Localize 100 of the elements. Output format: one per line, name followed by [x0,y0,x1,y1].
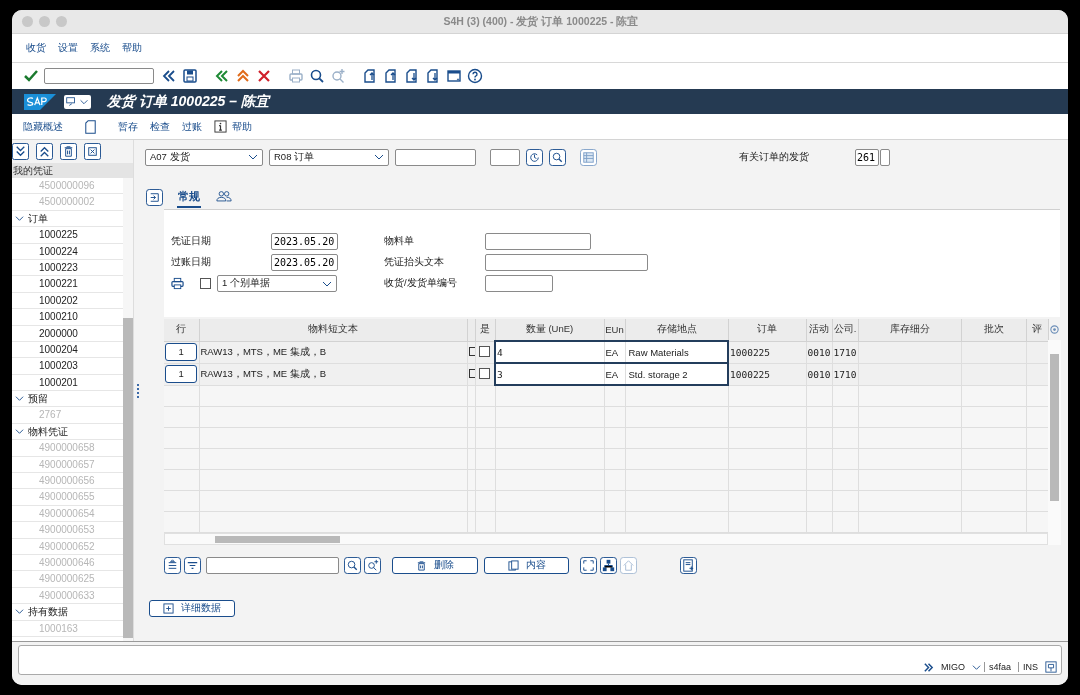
hide-overview-button[interactable]: 隐藏概述 [23,119,63,134]
column-header[interactable]: 存储地点 [625,319,728,341]
column-header[interactable]: 活动 [806,319,832,341]
layout-icon[interactable] [1045,661,1057,673]
command-field[interactable] [44,68,154,84]
action-dropdown[interactable]: A07 发货 [145,148,263,166]
checkmark-icon[interactable] [23,68,39,84]
search-icon[interactable] [344,556,361,574]
sap-logo-icon [24,93,56,110]
column-header[interactable]: 数量 (UnE) [495,319,604,341]
caret-icon [248,152,258,162]
fullscreen-icon[interactable] [580,556,597,574]
hierarchy-icon[interactable] [600,556,617,574]
page-navigation-icon[interactable] [362,68,378,84]
page-navigation-icon[interactable] [425,68,441,84]
print-option-dropdown[interactable]: 1 个别单据 [217,275,337,292]
search-field[interactable] [206,556,339,574]
screen-title: 发货 订单 1000225 – 陈宜 [107,92,269,111]
back-icon[interactable] [214,68,230,84]
vertical-scrollbar[interactable] [1048,340,1061,545]
field-label: 凭证抬头文本 [384,256,445,269]
special-stock-field[interactable] [880,148,890,166]
field-label: 过账日期 [171,256,212,269]
post-button[interactable]: 过账 [182,119,202,134]
page-navigation-icon[interactable] [383,68,399,84]
column-header[interactable]: 公司. [832,319,858,341]
document-icon[interactable] [85,118,96,135]
close-icon[interactable] [84,143,101,160]
row-checkbox[interactable] [479,367,491,379]
caret-icon [15,427,24,437]
column-header[interactable]: 评 [1026,319,1048,341]
column-header[interactable]: 行 [164,319,199,341]
search-icon[interactable] [309,68,325,84]
filter-icon[interactable] [184,556,201,574]
menu-item[interactable]: 设置 [58,41,78,55]
column-header[interactable]: 库存细分 [858,319,961,341]
cancel-icon[interactable] [256,68,272,84]
page-navigation-icon[interactable] [404,68,420,84]
reference-dropdown[interactable]: R08 订单 [269,148,389,166]
double-chevron-left-icon[interactable] [161,68,177,84]
print-icon [171,277,184,290]
double-chevron-right-icon[interactable] [922,661,934,673]
transaction-code: MIGO [939,662,966,672]
save-icon[interactable] [182,68,198,84]
check-button[interactable]: 检查 [150,119,170,134]
table-cell: RAW13，MTS，ME 集成，B [199,363,467,385]
menu-item[interactable]: 帮助 [122,41,142,55]
document-number-field[interactable] [395,148,476,166]
header-text-field[interactable] [485,254,648,271]
caret-icon[interactable] [971,662,981,672]
trash-icon[interactable] [60,143,77,160]
line-number-button[interactable]: 1 [165,343,198,361]
slip-number-field[interactable] [485,275,553,292]
year-field[interactable] [490,148,520,166]
settings-icon[interactable] [1049,324,1060,335]
delete-button[interactable]: 删除 [392,556,478,574]
bill-of-lading-field[interactable] [485,233,591,250]
movement-type-label: 有关订单的发货 [739,150,810,164]
tab[interactable]: 常规 [177,186,201,208]
quantity-cell[interactable]: 4 [495,341,604,363]
horizontal-scrollbar[interactable] [164,533,1048,545]
storage-location-cell[interactable]: Raw Materials [625,341,728,363]
expand-all-icon[interactable] [12,143,29,160]
tree-header: 我的凭证 [12,163,133,178]
document-date-field[interactable]: 2023.05.20 [271,233,338,250]
caret-icon [374,152,384,162]
help-icon[interactable] [467,68,483,84]
menu-toggle-button[interactable] [64,94,91,109]
column-header[interactable]: EUn [604,319,625,341]
menu-item[interactable]: 收货 [26,41,46,55]
collapse-all-icon[interactable] [36,143,53,160]
detail-data-button[interactable]: 详细数据 [149,600,235,617]
splitter-handle[interactable] [133,140,141,641]
help-button[interactable]: 帮助 [214,119,252,134]
posting-date-field[interactable]: 2023.05.20 [271,254,338,271]
system-name: s4faa [983,662,1015,672]
menu-item[interactable]: 系统 [90,41,110,55]
row-checkbox[interactable] [479,345,491,357]
movement-type-field[interactable]: 261 [855,148,879,166]
quantity-cell[interactable]: 3 [495,363,604,385]
scrollbar[interactable] [123,178,133,641]
search-icon[interactable] [549,148,566,166]
column-header[interactable]: 是 [475,319,495,341]
print-checkbox[interactable] [200,278,211,289]
row-marker-icon [468,346,474,356]
line-number-button[interactable]: 1 [165,365,198,383]
caret-icon [15,213,24,223]
collapse-header-icon[interactable] [146,188,163,206]
align-top-icon[interactable] [164,556,181,574]
search-next-icon[interactable] [364,556,381,574]
hold-button[interactable]: 暂存 [118,119,138,134]
double-chevron-up-icon[interactable] [235,68,251,84]
contents-button[interactable]: 内容 [484,556,569,574]
column-header[interactable]: 物料短文本 [199,319,467,341]
new-window-icon[interactable] [446,68,462,84]
add-document-icon[interactable] [680,556,697,574]
history-icon[interactable] [526,148,543,166]
column-header[interactable]: 订单 [728,319,806,341]
caret-icon [15,394,24,404]
column-header[interactable]: 批次 [961,319,1026,341]
